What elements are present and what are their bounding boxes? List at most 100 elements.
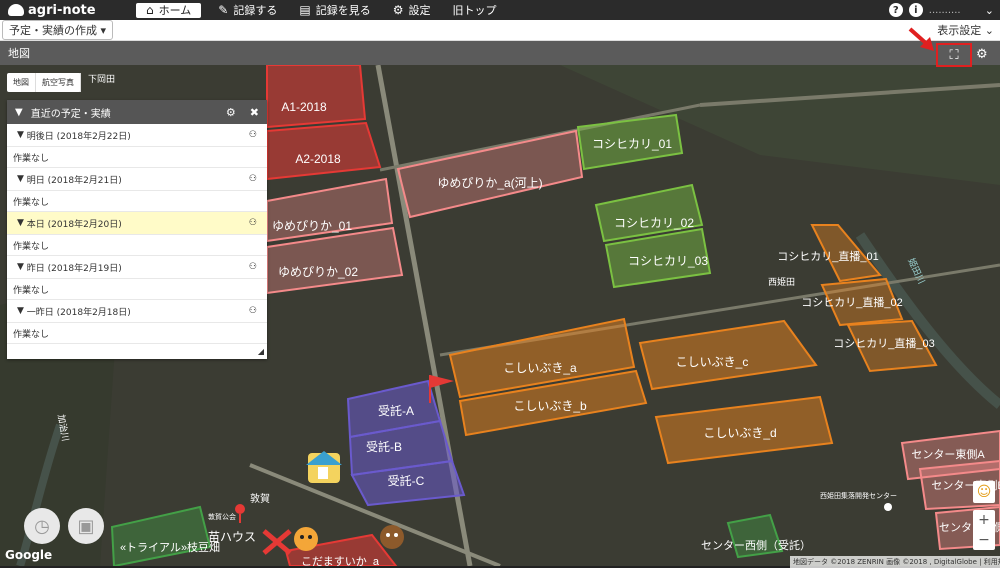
topbar-right: ? i .......... ⌄	[888, 3, 1000, 17]
history-button[interactable]: ◷	[24, 508, 60, 544]
place-label-shimookada: 下岡田	[88, 74, 115, 84]
field-koshihikari-02-label: コシヒカリ_02	[614, 216, 694, 230]
street-view-button[interactable]: ☺	[973, 481, 995, 503]
field-a1-2018-label: A1-2018	[281, 100, 327, 114]
camera-icon: ▣	[77, 515, 95, 537]
day-label: 昨日 (2018年2月19日)	[26, 263, 122, 274]
google-logo: Google	[5, 548, 53, 562]
day-row-yesterday[interactable]: ▼ 昨日 (2018年2月19日) ⚇	[7, 256, 267, 279]
person-icon[interactable]: ⚇	[249, 306, 257, 316]
resize-handle-icon[interactable]: ◢	[258, 347, 264, 356]
nav-record[interactable]: ✎ 記録する	[207, 0, 288, 20]
field-jutaku-b-label: 受託-B	[366, 439, 402, 454]
no-work-text: 作業なし	[7, 323, 267, 344]
zoom-in-button[interactable]: +	[978, 512, 990, 528]
person-icon[interactable]: ⚇	[249, 262, 257, 272]
fullscreen-button[interactable]: ⛶	[936, 43, 972, 67]
nav-view-records-label: 記録を見る	[315, 4, 371, 17]
map-settings-icon[interactable]: ⚙	[976, 47, 988, 62]
center-marker-icon	[884, 503, 892, 511]
expand-triangle-icon[interactable]: ▼	[17, 174, 27, 184]
gear-icon: ⚙	[392, 3, 404, 17]
field-yumepirika-a-label: ゆめぴりか_a(河上)	[437, 176, 542, 190]
display-settings-button[interactable]: 表示設定 ⌄	[937, 22, 1000, 38]
expand-triangle-icon[interactable]: ▼	[17, 130, 27, 140]
fullscreen-icon: ⛶	[949, 47, 959, 63]
map-title: 地図	[8, 47, 30, 60]
field-trial-edamame-label: «トライアル»枝豆畑	[120, 540, 220, 554]
place-label-nae-house: 苗ハウス	[208, 530, 256, 544]
nav-old-top[interactable]: 旧トップ	[441, 0, 507, 20]
no-work-text: 作業なし	[7, 279, 267, 300]
create-plan-button[interactable]: 予定・実績の作成 ▾	[2, 20, 114, 40]
field-yumepirika-01-label: ゆめぴりか_01	[272, 219, 352, 233]
field-kodama-suika-label: こだますいか_a	[301, 555, 380, 566]
field-koshihikari-direct-02-label: コシヒカリ_直播_02	[801, 295, 902, 309]
panel-settings-icon[interactable]: ⚙	[226, 106, 236, 119]
map-type-tabs: 地図 航空写真	[7, 73, 81, 92]
nav-home[interactable]: ⌂ ホーム	[136, 2, 202, 18]
day-row-day-after-tomorrow[interactable]: ▼ 明後日 (2018年2月22日) ⚇	[7, 124, 267, 147]
map-header: 地図	[0, 41, 1000, 65]
field-koshihikari-direct-03-label: コシヒカリ_直播_03	[833, 336, 934, 350]
close-icon[interactable]: ✖	[250, 106, 259, 119]
zoom-out-button[interactable]: −	[978, 532, 990, 548]
clock-icon: ◷	[34, 515, 50, 537]
day-label: 一昨日 (2018年2月18日)	[26, 307, 131, 318]
field-koshihikari-01-label: コシヒカリ_01	[592, 137, 672, 151]
app-logo[interactable]: agri-note	[0, 3, 130, 18]
field-a1-2018-shape[interactable]	[266, 65, 367, 129]
nav-settings[interactable]: ⚙ 設定	[382, 0, 442, 20]
field-jutaku-c-label: 受託-C	[388, 473, 425, 488]
day-row-today[interactable]: ▼ 本日 (2018年2月20日) ⚇	[7, 212, 267, 235]
nav-view-records[interactable]: ▤ 記録を見る	[288, 0, 381, 20]
expand-triangle-icon[interactable]: ▼	[17, 218, 27, 228]
place-label-tsuruga: 敦賀	[250, 492, 270, 505]
pencil-icon: ✎	[218, 3, 229, 17]
collapse-triangle-icon[interactable]: ▼	[15, 107, 23, 118]
chevron-down-icon[interactable]: ⌄	[985, 4, 994, 17]
field-koshiibuki-c-label: こしいぶき_c	[676, 355, 749, 369]
top-navigation-bar: agri-note ⌂ ホーム ✎ 記録する ▤ 記録を見る ⚙ 設定 旧トップ…	[0, 0, 1000, 20]
place-label-nishihimeda: 西姫田	[768, 276, 795, 287]
field-yumepirika-02-label: ゆめぴりか_02	[278, 265, 358, 279]
home-icon: ⌂	[146, 3, 154, 17]
tab-map[interactable]: 地図	[7, 73, 36, 92]
expand-triangle-icon[interactable]: ▼	[17, 306, 27, 316]
field-koshihikari-03-label: コシヒカリ_03	[628, 254, 708, 268]
field-jutaku-a-label: 受託-A	[378, 403, 414, 418]
day-label: 本日 (2018年2月20日)	[26, 219, 122, 230]
app-name: agri-note	[28, 2, 96, 18]
barn-icon[interactable]	[306, 451, 342, 483]
expand-triangle-icon[interactable]: ▼	[17, 262, 27, 272]
notebook-icon: ▤	[299, 3, 311, 17]
red-arrow-annotation	[908, 27, 934, 51]
field-center-east-a-label: センター東側A	[911, 448, 985, 461]
field-koshiibuki-a-label: こしいぶき_a	[503, 361, 577, 375]
no-work-text: 作業なし	[7, 191, 267, 212]
day-row-day-before-yesterday[interactable]: ▼ 一昨日 (2018年2月18日) ⚇	[7, 300, 267, 323]
tab-aerial[interactable]: 航空写真	[36, 73, 81, 92]
farmer-avatar-icon[interactable]	[380, 525, 404, 549]
nav-record-label: 記録する	[233, 4, 278, 17]
place-label-development-center: 西姫田集落開発センター	[820, 491, 897, 500]
person-icon[interactable]: ⚇	[249, 218, 257, 228]
logo-mark-icon	[8, 4, 24, 16]
help-icon[interactable]: ?	[888, 3, 903, 17]
info-icon[interactable]: i	[908, 3, 923, 17]
user-name[interactable]: ..........	[929, 5, 979, 16]
field-a1-2018[interactable]: A1-2018	[266, 65, 367, 129]
map-attribution[interactable]: 地図データ ©2018 ZENRIN 画像 ©2018 , DigitalGlo…	[790, 556, 1000, 568]
person-icon[interactable]: ⚇	[249, 130, 257, 140]
field-a2-2018-label: A2-2018	[295, 152, 341, 166]
day-row-tomorrow[interactable]: ▼ 明日 (2018年2月21日) ⚇	[7, 168, 267, 191]
field-koshiibuki-d-label: こしいぶき_d	[703, 426, 776, 440]
day-label: 明日 (2018年2月21日)	[26, 175, 122, 186]
worker-avatar-icon[interactable]	[294, 527, 318, 551]
zoom-control: + −	[973, 510, 995, 550]
photo-button[interactable]: ▣	[68, 508, 104, 544]
field-koshihikari-direct-01-label: コシヒカリ_直播_01	[777, 249, 878, 263]
no-work-text: 作業なし	[7, 235, 267, 256]
person-icon[interactable]: ⚇	[249, 174, 257, 184]
panel-header: ▼ 直近の予定・実績 ⚙ ✖	[7, 100, 267, 124]
